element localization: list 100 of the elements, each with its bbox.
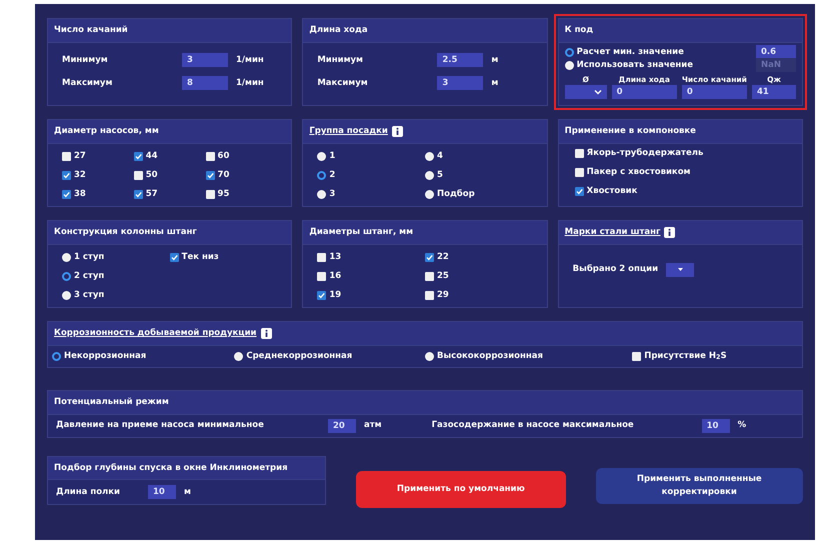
panel-title: Подбор глубины спуска в окне Инклинометрия	[54, 462, 288, 474]
number-field[interactable]: 0	[612, 85, 677, 99]
checkbox[interactable]	[170, 252, 179, 262]
radio-button[interactable]	[234, 352, 244, 361]
checkbox[interactable]	[317, 290, 326, 300]
apply-button[interactable]: Применить выполненные корректировки	[596, 468, 803, 504]
radio-button[interactable]	[317, 170, 326, 180]
option-label: 4	[436, 150, 443, 163]
field-label: Длина полки	[56, 486, 121, 499]
radio-button[interactable]	[62, 252, 71, 262]
option-label: Использовать значение	[576, 58, 694, 72]
option-label: 3	[329, 188, 336, 201]
option-label: Якорь-трубодержатель	[586, 146, 704, 160]
radio-button[interactable]	[564, 48, 574, 57]
checkbox[interactable]	[574, 186, 584, 196]
number-field[interactable]: 3	[182, 53, 228, 68]
number-field[interactable]: 0	[682, 85, 747, 99]
panel-title: Коррозионность добываемой продукции	[54, 327, 257, 340]
checkbox[interactable]	[424, 252, 434, 262]
field-label: Максимум	[62, 76, 114, 90]
option-label: 50	[146, 168, 158, 182]
dropdown-button[interactable]	[666, 262, 694, 277]
field-label: Минимум	[317, 54, 364, 67]
value-field[interactable]: 0.6	[756, 45, 796, 60]
unit-label: 1/мин	[236, 54, 264, 67]
apply-button[interactable]: Применить по умолчанию	[356, 470, 566, 508]
checkbox[interactable]	[574, 168, 584, 177]
radio-button[interactable]	[424, 352, 434, 361]
info-icon[interactable]	[664, 226, 676, 238]
checkbox[interactable]	[632, 352, 642, 361]
unit-label: 1/мин	[236, 76, 264, 90]
unit-label: м	[491, 54, 498, 67]
option-label: 13	[329, 250, 342, 264]
checkbox[interactable]	[206, 190, 215, 199]
option-label: Высококоррозионная	[436, 350, 543, 363]
unit-label: %	[738, 419, 746, 432]
radio-button[interactable]	[424, 170, 434, 180]
unit-label: м	[491, 76, 498, 90]
number-field[interactable]: 41	[752, 85, 796, 99]
field-label: Давление на приеме насоса минимальное	[56, 419, 265, 432]
field-label: Газосодержание в насосе максимальное	[432, 419, 635, 432]
caret-down-icon	[678, 268, 683, 272]
field-label: Минимум	[62, 54, 109, 67]
panel-title: Группа посадки	[309, 125, 388, 138]
field-label: Максимум	[317, 76, 369, 90]
option-label: Некоррозионная	[64, 350, 146, 363]
radio-button[interactable]	[62, 272, 71, 281]
panel-title: Применение в компоновке	[564, 125, 696, 138]
option-label: 19	[329, 288, 342, 302]
unit-label: атм	[364, 419, 382, 432]
checkbox[interactable]	[206, 152, 215, 161]
option-label: Присутствие H$_{2}$S	[644, 350, 727, 363]
checkbox[interactable]	[62, 170, 71, 180]
option-label: 95	[218, 188, 230, 201]
option-label: 25	[436, 270, 449, 283]
checkbox[interactable]	[134, 190, 143, 199]
unit-label: м	[184, 486, 191, 499]
panel-title: Конструкция колонны штанг	[54, 226, 197, 239]
checkbox[interactable]	[574, 148, 584, 158]
number-field[interactable]: 2.5	[437, 53, 484, 68]
number-field[interactable]: 10	[702, 418, 730, 432]
checkbox[interactable]	[424, 272, 434, 281]
option-label: Тек низ	[182, 250, 219, 264]
number-field[interactable]: 8	[182, 76, 228, 90]
checkbox[interactable]	[424, 290, 434, 300]
checkbox[interactable]	[134, 170, 143, 180]
option-label: 27	[74, 150, 86, 163]
info-icon[interactable]	[392, 126, 403, 137]
chevron-down-icon	[594, 89, 602, 95]
option-label: 38	[74, 188, 86, 201]
checkbox[interactable]	[62, 152, 71, 161]
select-field[interactable]	[564, 85, 607, 99]
panel-title: Диаметры штанг, мм	[309, 226, 414, 239]
option-label: 2 ступ	[74, 270, 104, 283]
option-label: 57	[146, 188, 158, 201]
panel-title: Число качаний	[54, 24, 128, 37]
panel-title: Диаметр насосов, мм	[54, 125, 159, 138]
checkbox[interactable]	[62, 190, 71, 199]
radio-button[interactable]	[424, 152, 434, 161]
checkbox[interactable]	[206, 170, 215, 180]
radio-button[interactable]	[424, 190, 434, 199]
radio-button[interactable]	[52, 352, 61, 361]
number-field[interactable]: 10	[148, 485, 176, 500]
checkbox[interactable]	[317, 252, 326, 262]
radio-button[interactable]	[317, 190, 326, 199]
panel-title: Потенциальный режим	[54, 396, 169, 408]
option-label: 1 ступ	[74, 250, 104, 264]
radio-button[interactable]	[62, 290, 71, 300]
panel-title: Длина хода	[309, 24, 368, 37]
checkbox[interactable]	[317, 272, 326, 281]
radio-button[interactable]	[564, 60, 574, 70]
checkbox[interactable]	[134, 152, 143, 161]
option-label: 29	[436, 288, 449, 302]
info-icon[interactable]	[260, 328, 272, 339]
number-field[interactable]: 20	[328, 418, 356, 432]
option-label: Пакер с хвостовиком	[586, 166, 690, 179]
number-field[interactable]: 3	[437, 76, 484, 90]
radio-button[interactable]	[317, 152, 326, 161]
option-label: Хвостовик	[586, 184, 638, 198]
option-label: 22	[436, 250, 449, 264]
